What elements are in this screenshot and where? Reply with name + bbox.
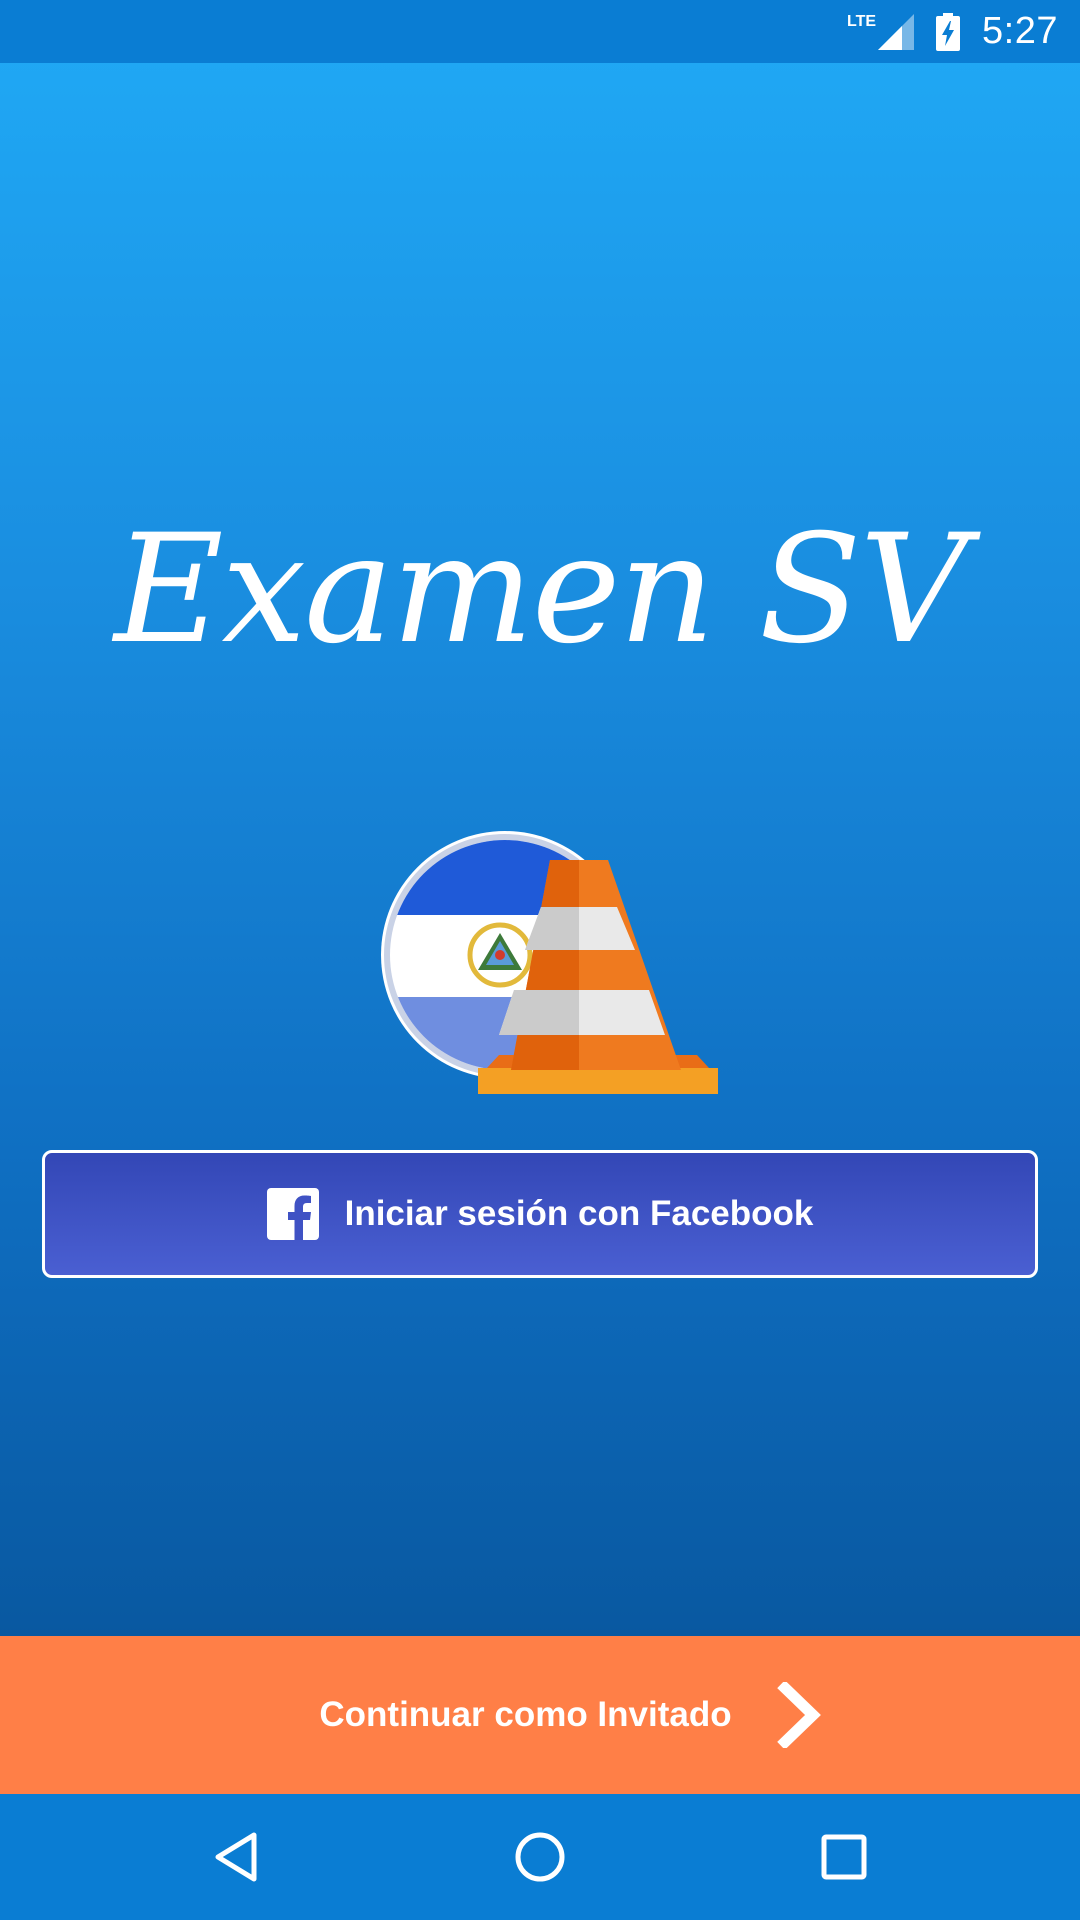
nav-recents-button[interactable] [808, 1821, 880, 1893]
facebook-login-label: Iniciar sesión con Facebook [344, 1194, 814, 1233]
network-type-label: LTE [847, 12, 877, 30]
app-title: Examen SV [114, 503, 968, 677]
continue-as-guest-label: Continuar como Invitado [319, 1695, 732, 1734]
facebook-icon [266, 1188, 319, 1240]
battery-charging-icon [936, 12, 961, 51]
status-bar: LTE 5:27 [0, 0, 1080, 63]
app-logo [381, 831, 718, 1094]
chevron-right-icon [776, 1682, 821, 1748]
facebook-login-button[interactable]: Iniciar sesión con Facebook [42, 1150, 1038, 1278]
nav-home-button[interactable] [504, 1821, 576, 1893]
status-time: 5:27 [982, 10, 1058, 52]
login-screen: LTE 5:27 Examen SV Iniciar sesión con Fa… [0, 0, 1080, 1920]
signal-icon [878, 13, 915, 50]
back-icon [215, 1832, 257, 1882]
nav-back-button[interactable] [200, 1821, 272, 1893]
continue-as-guest-button[interactable]: Continuar como Invitado [0, 1636, 1080, 1794]
home-icon [515, 1832, 565, 1882]
navigation-bar [0, 1794, 1080, 1920]
recents-icon [821, 1834, 867, 1880]
